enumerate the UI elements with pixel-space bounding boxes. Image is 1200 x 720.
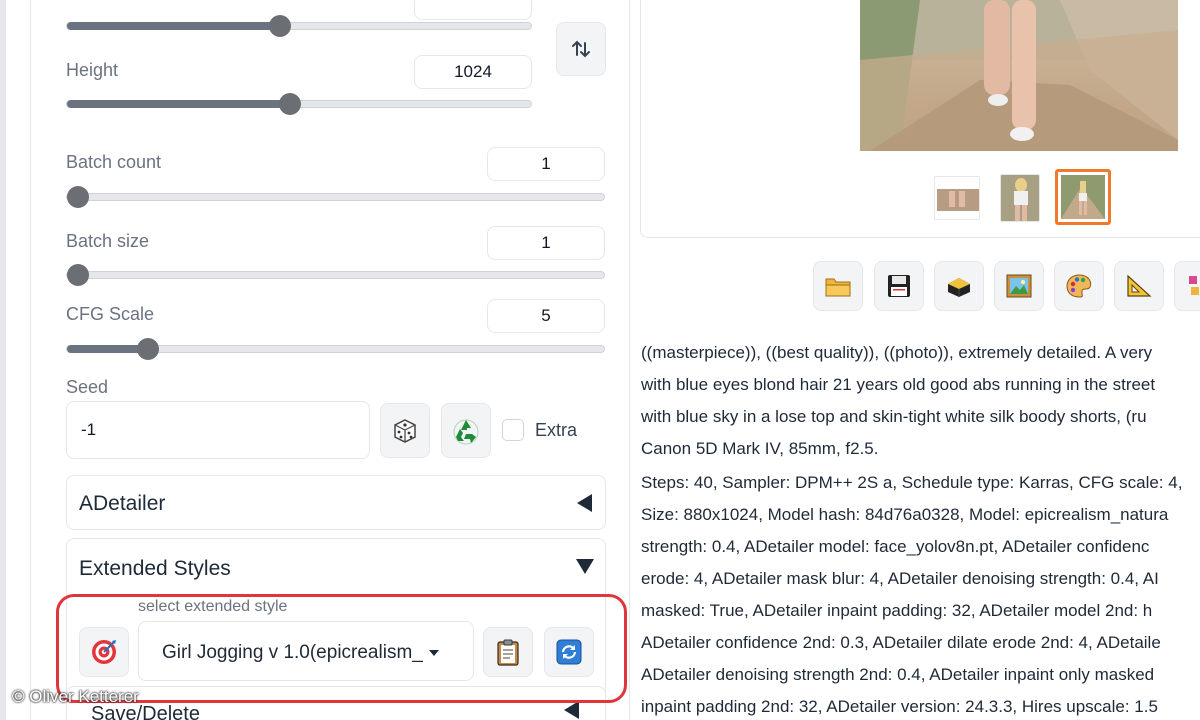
swap-dimensions-button[interactable] — [556, 22, 606, 76]
palette-icon — [1066, 274, 1092, 298]
batch-size-input[interactable]: 1 — [487, 226, 605, 260]
extra-label: Extra — [535, 420, 578, 440]
dice-icon — [394, 418, 416, 443]
thumbnail-3-selected[interactable] — [1055, 169, 1111, 225]
generation-info-line: ADetailer confidence 2nd: 0.3, ADetailer… — [641, 633, 1161, 652]
seed-input[interactable]: -1 — [66, 401, 370, 459]
swap-icon — [572, 40, 590, 58]
width-input[interactable] — [414, 0, 532, 20]
thumbnail-1[interactable] — [934, 176, 980, 220]
window-edge — [0, 0, 6, 720]
highlight-annotation — [56, 594, 627, 703]
generation-info-line: ADetailer denoising strength 2nd: 0.4, A… — [641, 665, 1155, 684]
batch-count-slider-thumb[interactable] — [67, 186, 89, 208]
copyright-watermark: © Oliver Ketterer — [12, 687, 139, 706]
batch-size-slider[interactable] — [66, 264, 605, 286]
batch-count-input[interactable]: 1 — [487, 147, 605, 181]
generation-info-line: Canon 5D Mark IV, 85mm, f2.5. — [641, 439, 879, 458]
image-icon — [1006, 274, 1032, 298]
generation-info-line: with blue sky in a lose top and skin-tig… — [641, 407, 1147, 426]
height-slider[interactable] — [66, 93, 532, 115]
generation-info-line: erode: 4, ADetailer mask blur: 4, ADetai… — [641, 569, 1159, 588]
thumbnail-2[interactable] — [1000, 174, 1040, 222]
width-slider[interactable] — [66, 15, 532, 37]
extras-icon — [1189, 276, 1199, 295]
generation-info-line: Size: 880x1024, Model hash: 84d76a0328, … — [641, 505, 1169, 524]
generation-info-line: strength: 0.4, ADetailer model: face_yol… — [641, 537, 1150, 556]
recycle-icon — [453, 419, 479, 444]
extras-button[interactable] — [1174, 261, 1200, 311]
reuse-seed-button[interactable] — [441, 403, 491, 458]
random-seed-button[interactable] — [380, 403, 430, 458]
adetailer-accordion[interactable]: ADetailer — [66, 475, 606, 530]
batch-count-slider[interactable] — [66, 186, 605, 208]
jogger-photo — [860, 0, 1178, 151]
ruler-icon — [1127, 274, 1152, 297]
open-folder-button[interactable] — [813, 261, 863, 311]
cfg-scale-slider[interactable] — [66, 338, 605, 360]
thumbnail-image — [1001, 175, 1039, 221]
generation-info-line: masked: True, ADetailer inpaint padding:… — [641, 601, 1153, 620]
cfg-scale-slider-thumb[interactable] — [136, 338, 159, 360]
thumbnail-image — [937, 189, 979, 211]
cfg-scale-input[interactable]: 5 — [487, 299, 605, 333]
save-icon — [888, 275, 910, 297]
send-to-inpaint-button[interactable] — [1054, 261, 1104, 311]
height-label: Height — [66, 60, 119, 80]
generation-info-line: ((masterpiece)), ((best quality)), ((pho… — [641, 343, 1153, 362]
folder-icon — [825, 278, 851, 297]
adetailer-title: ADetailer — [79, 492, 166, 515]
send-to-img2img-button[interactable] — [994, 261, 1044, 311]
send-to-extras-button[interactable] — [1114, 261, 1164, 311]
expand-arrow-icon[interactable] — [576, 559, 594, 574]
generation-info-line: Steps: 40, Sampler: DPM++ 2S a, Schedule… — [641, 473, 1183, 492]
collapse-arrow-icon — [577, 494, 592, 512]
generated-image[interactable] — [860, 0, 1178, 151]
thumbnail-image — [1061, 175, 1105, 219]
height-input[interactable]: 1024 — [414, 55, 532, 89]
seed-label: Seed — [66, 377, 109, 397]
save-button[interactable] — [874, 261, 924, 311]
extra-checkbox[interactable] — [502, 419, 524, 441]
extended-styles-title[interactable]: Extended Styles — [79, 557, 231, 581]
cfg-scale-label: CFG Scale — [66, 304, 155, 324]
batch-count-label: Batch count — [66, 152, 162, 172]
batch-size-label: Batch size — [66, 231, 150, 251]
zip-button[interactable] — [934, 261, 984, 311]
collapse-arrow-icon — [564, 701, 579, 719]
zip-icon — [948, 278, 970, 297]
batch-size-slider-thumb[interactable] — [67, 264, 89, 286]
height-slider-thumb[interactable] — [278, 93, 301, 115]
generation-info-line: inpaint padding 2nd: 32, ADetailer versi… — [641, 697, 1158, 716]
generation-info-line: with blue eyes blond hair 21 years old g… — [641, 375, 1156, 394]
